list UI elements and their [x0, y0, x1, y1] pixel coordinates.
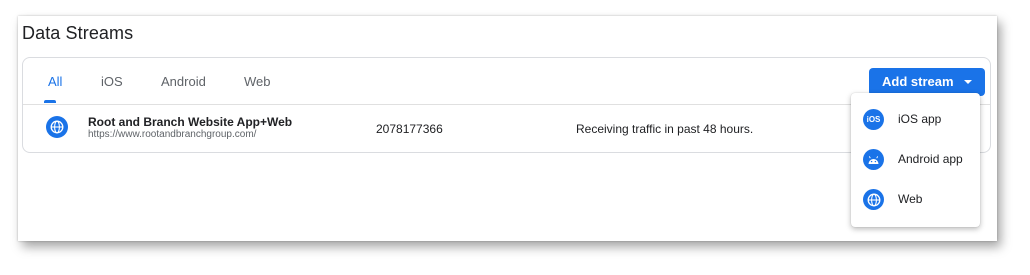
tab-web[interactable]: Web	[244, 74, 271, 89]
add-stream-label: Add stream	[882, 74, 954, 89]
add-stream-button[interactable]: Add stream	[869, 68, 985, 96]
globe-icon	[863, 189, 884, 210]
arrow-drop-down-icon	[964, 80, 972, 84]
menu-item-ios-app[interactable]: iOS iOS app	[851, 100, 980, 140]
stream-url: https://www.rootandbranchgroup.com/	[88, 129, 257, 140]
stream-id: 2078177366	[376, 122, 443, 136]
stream-row[interactable]: Root and Branch Website App+Web https://…	[23, 105, 990, 151]
menu-item-web[interactable]: Web	[851, 180, 980, 220]
menu-item-label: Android app	[898, 152, 963, 166]
data-streams-card: All iOS Android Web Add stream Root and …	[22, 57, 991, 153]
stream-name: Root and Branch Website App+Web	[88, 115, 293, 129]
stream-tabs: All iOS Android Web Add stream	[23, 58, 990, 105]
add-stream-menu: iOS iOS app Android app Web	[851, 93, 980, 227]
menu-item-android-app[interactable]: Android app	[851, 140, 980, 180]
android-icon	[863, 149, 884, 170]
ios-icon-glyph: iOS	[866, 115, 881, 124]
screenshot-frame: Data Streams All iOS Android Web Add str…	[18, 16, 997, 241]
menu-item-label: iOS app	[898, 112, 942, 126]
globe-icon	[46, 116, 68, 138]
active-tab-indicator	[44, 100, 56, 103]
tab-android[interactable]: Android	[161, 74, 206, 89]
page-title: Data Streams	[22, 23, 134, 43]
tab-ios[interactable]: iOS	[101, 74, 123, 89]
stream-status: Receiving traffic in past 48 hours.	[576, 122, 754, 136]
tab-all[interactable]: All	[48, 74, 62, 89]
menu-item-label: Web	[898, 192, 923, 206]
ios-icon: iOS	[863, 109, 884, 130]
